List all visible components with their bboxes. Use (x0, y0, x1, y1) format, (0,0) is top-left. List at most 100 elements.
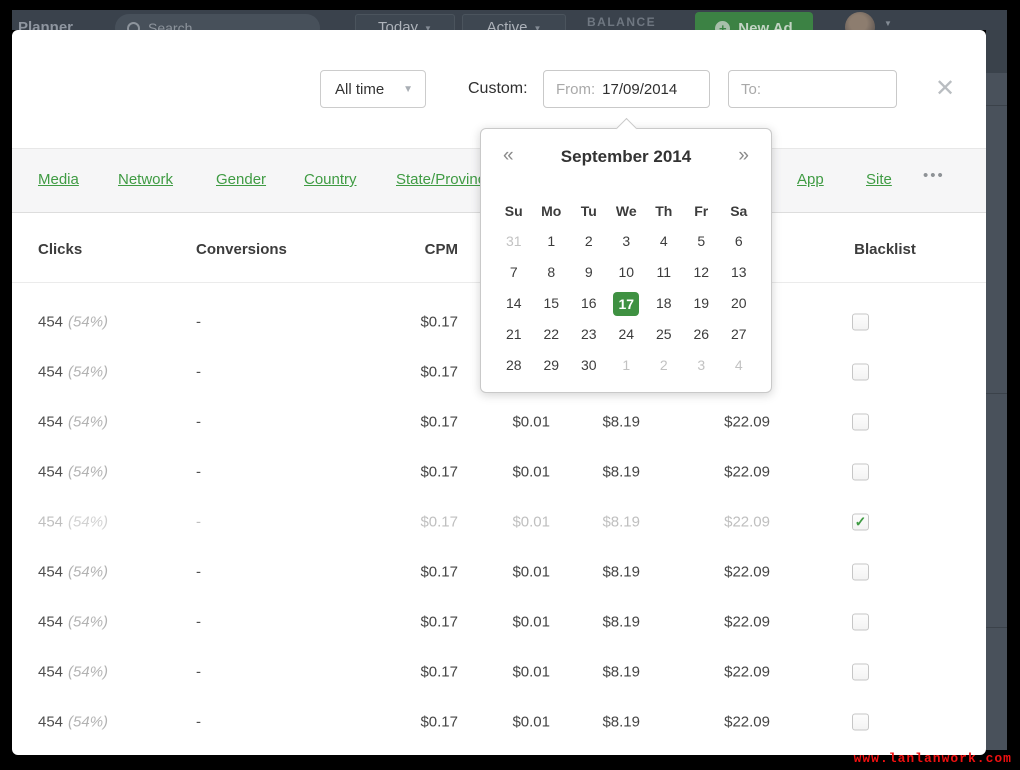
blacklist-checkbox[interactable] (852, 614, 869, 631)
plus-icon: + (715, 21, 730, 31)
calendar-day[interactable]: 3 (608, 226, 646, 257)
tab-network[interactable]: Network (118, 171, 173, 188)
cpm-cell: $0.17 (420, 664, 458, 681)
weekday-row: SuMoTuWeThFrSa (495, 196, 758, 226)
calendar-day[interactable]: 29 (533, 350, 571, 381)
tab-media[interactable]: Media (38, 171, 79, 188)
calendar-day[interactable]: 12 (683, 257, 721, 288)
calendar-day[interactable]: 26 (683, 319, 721, 350)
value-cell: $0.01 (512, 714, 550, 731)
calendar-day[interactable]: 31 (495, 226, 533, 257)
search-icon (127, 22, 140, 31)
calendar-day[interactable]: 8 (533, 257, 571, 288)
weekday-label: Mo (533, 196, 571, 226)
value-cell: $8.19 (602, 614, 640, 631)
blacklist-checkbox[interactable] (852, 664, 869, 681)
calendar-day[interactable]: 25 (645, 319, 683, 350)
calendar-day[interactable]: 11 (645, 257, 683, 288)
column-header-cpm: CPM (425, 241, 458, 258)
calendar-title: September 2014 (481, 147, 771, 167)
clicks-cell: 454(54%) (38, 564, 108, 581)
calendar-day[interactable]: 15 (533, 288, 571, 319)
value-cell: $8.19 (602, 564, 640, 581)
table-row: 454(54%)-$0.17$0.01$8.19$22.09 (12, 647, 986, 697)
calendar-day[interactable]: 7 (495, 257, 533, 288)
calendar-popup: « September 2014 » SuMoTuWeThFrSa 311234… (480, 128, 772, 393)
blacklist-checkbox[interactable] (852, 464, 869, 481)
tab-app[interactable]: App (797, 171, 824, 188)
tab-site[interactable]: Site (866, 171, 892, 188)
calendar-day[interactable]: 13 (720, 257, 758, 288)
chevron-down-icon: ▼ (403, 84, 413, 95)
calendar-day-selected[interactable]: 17 (608, 288, 646, 319)
value-cell: $0.01 (512, 614, 550, 631)
selected-day-pill: 17 (613, 292, 639, 316)
calendar-day[interactable]: 3 (683, 350, 721, 381)
avatar[interactable] (845, 12, 875, 30)
to-date-input[interactable]: To: (728, 70, 897, 108)
conversions-cell: - (196, 314, 201, 331)
more-tabs-button[interactable]: ••• (923, 167, 945, 184)
value-cell: $8.19 (602, 664, 640, 681)
calendar-day[interactable]: 1 (533, 226, 571, 257)
blacklist-checkbox-checked[interactable]: ✓ (852, 514, 869, 531)
column-header-blacklist: Blacklist (845, 241, 925, 258)
close-icon[interactable]: ✕ (930, 74, 960, 104)
calendar-day[interactable]: 2 (570, 226, 608, 257)
status-filter-dropdown[interactable]: Active▼ (462, 14, 566, 30)
calendar-day[interactable]: 21 (495, 319, 533, 350)
tab-gender[interactable]: Gender (216, 171, 266, 188)
next-month-icon[interactable]: » (738, 145, 749, 167)
calendar-day[interactable]: 22 (533, 319, 571, 350)
calendar-day[interactable]: 4 (645, 226, 683, 257)
new-ad-button[interactable]: + New Ad (695, 12, 813, 30)
blacklist-checkbox[interactable] (852, 564, 869, 581)
calendar-day[interactable]: 6 (720, 226, 758, 257)
conversions-cell: - (196, 464, 201, 481)
conversions-cell: - (196, 514, 201, 531)
weekday-label: Tu (570, 196, 608, 226)
value-cell: $22.09 (724, 464, 770, 481)
blacklist-checkbox[interactable] (852, 414, 869, 431)
calendar-day[interactable]: 24 (608, 319, 646, 350)
from-date-input[interactable]: From: 17/09/2014 (543, 70, 710, 108)
conversions-cell: - (196, 664, 201, 681)
calendar-day[interactable]: 5 (683, 226, 721, 257)
value-cell: $22.09 (724, 664, 770, 681)
calendar-day[interactable]: 27 (720, 319, 758, 350)
blacklist-checkbox[interactable] (852, 364, 869, 381)
calendar-day[interactable]: 18 (645, 288, 683, 319)
calendar-day[interactable]: 30 (570, 350, 608, 381)
calendar-day[interactable]: 20 (720, 288, 758, 319)
calendar-day[interactable]: 2 (645, 350, 683, 381)
value-cell: $22.09 (724, 564, 770, 581)
calendar-day[interactable]: 28 (495, 350, 533, 381)
time-range-select[interactable]: All time ▼ (320, 70, 426, 108)
calendar-day[interactable]: 10 (608, 257, 646, 288)
calendar-day[interactable]: 14 (495, 288, 533, 319)
cpm-cell: $0.17 (420, 714, 458, 731)
value-cell: $0.01 (512, 464, 550, 481)
value-cell: $0.01 (512, 514, 550, 531)
table-row: 454(54%)-$0.17$0.01$8.19$22.09 (12, 547, 986, 597)
value-cell: $8.19 (602, 414, 640, 431)
clicks-cell: 454(54%) (38, 314, 108, 331)
clicks-cell: 454(54%) (38, 364, 108, 381)
value-cell: $0.01 (512, 564, 550, 581)
calendar-day[interactable]: 16 (570, 288, 608, 319)
weekday-label: Fr (683, 196, 721, 226)
table-row: 454(54%)-$0.17$0.01$8.19$22.09 (12, 597, 986, 647)
calendar-day[interactable]: 19 (683, 288, 721, 319)
blacklist-checkbox[interactable] (852, 314, 869, 331)
tab-country[interactable]: Country (304, 171, 357, 188)
search-input[interactable]: Search (115, 14, 320, 30)
calendar-day[interactable]: 9 (570, 257, 608, 288)
calendar-day[interactable]: 1 (608, 350, 646, 381)
tab-state-province[interactable]: State/Province (396, 171, 494, 188)
blacklist-checkbox[interactable] (852, 714, 869, 731)
to-prefix: To: (741, 81, 761, 98)
date-filter-dropdown[interactable]: Today▼ (355, 14, 455, 30)
value-cell: $8.19 (602, 514, 640, 531)
calendar-day[interactable]: 23 (570, 319, 608, 350)
calendar-day[interactable]: 4 (720, 350, 758, 381)
